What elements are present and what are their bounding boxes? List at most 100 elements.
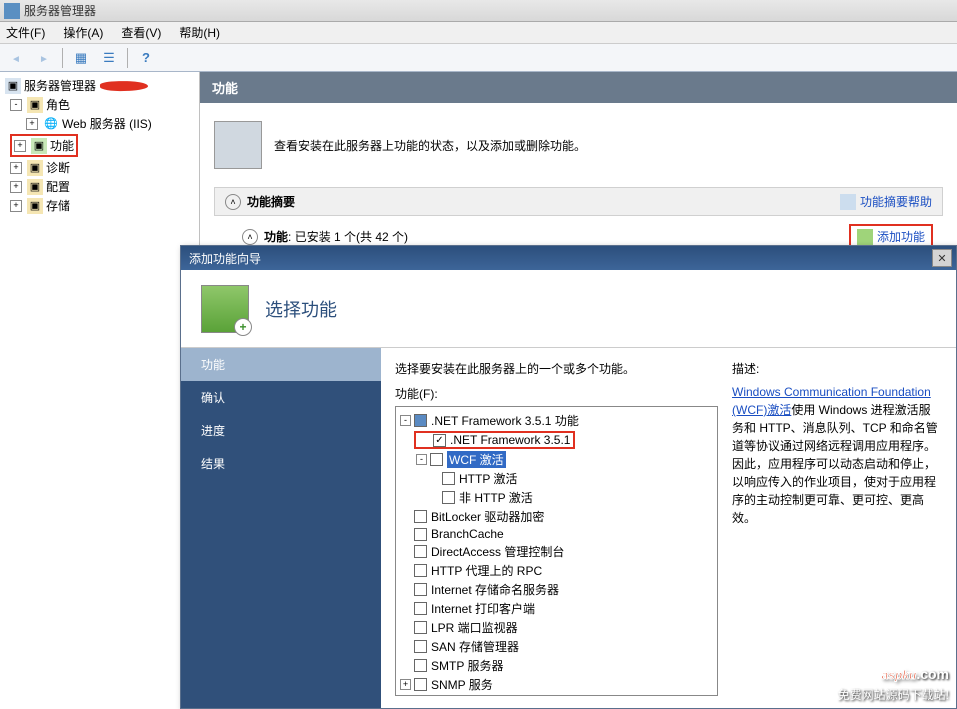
checkbox[interactable] xyxy=(433,434,446,447)
feature-directaccess[interactable]: DirectAccess 管理控制台 xyxy=(400,542,713,561)
wizard-description-pane: 描述: Windows Communication Foundation (WC… xyxy=(732,360,942,696)
arrow-left-icon xyxy=(11,51,21,65)
feature-label: .NET Framework 3.5.1 功能 xyxy=(431,412,579,429)
feature-label: .NET Framework 3.5.1 xyxy=(450,433,570,447)
wizard-title: 添加功能向导 xyxy=(189,250,261,267)
list-icon xyxy=(103,50,115,66)
wizard-nav-features[interactable]: 功能 xyxy=(181,348,381,381)
collapse-toggle[interactable]: ˄ xyxy=(225,194,241,210)
tree-icon xyxy=(75,50,87,66)
wizard-header: 选择功能 xyxy=(181,270,956,348)
checkbox[interactable] xyxy=(414,414,427,427)
watermark-brand: aspku xyxy=(882,654,917,685)
feature-label: BitLocker 驱动器加密 xyxy=(431,508,544,525)
feature-label: WCF 激活 xyxy=(447,451,506,468)
feature-wcf[interactable]: - WCF 激活 xyxy=(400,450,713,469)
expand-icon[interactable]: - xyxy=(416,454,427,465)
checkbox[interactable] xyxy=(414,545,427,558)
summary-section-bar: ˄ 功能摘要 功能摘要帮助 xyxy=(214,187,943,216)
checkbox[interactable] xyxy=(414,678,427,691)
feature-http[interactable]: HTTP 激活 xyxy=(400,469,713,488)
help-button[interactable] xyxy=(134,47,158,69)
menu-view[interactable]: 查看(V) xyxy=(121,24,161,41)
checkbox[interactable] xyxy=(414,564,427,577)
nav-forward-button[interactable] xyxy=(32,47,56,69)
feature-label: Telnet 服务器 xyxy=(431,695,502,696)
checkbox[interactable] xyxy=(414,510,427,523)
feature-label: 非 HTTP 激活 xyxy=(459,489,533,506)
summary-help-link[interactable]: 功能摘要帮助 xyxy=(840,193,932,210)
feature-lpr[interactable]: LPR 端口监视器 xyxy=(400,618,713,637)
checkbox[interactable] xyxy=(414,621,427,634)
menu-file[interactable]: 文件(F) xyxy=(6,24,45,41)
view-list-button[interactable] xyxy=(97,47,121,69)
tree-diag[interactable]: + ▣ 诊断 xyxy=(2,158,197,177)
checkbox[interactable] xyxy=(442,491,455,504)
checkbox[interactable] xyxy=(414,583,427,596)
feature-nonhttp[interactable]: 非 HTTP 激活 xyxy=(400,488,713,507)
checkbox[interactable] xyxy=(414,640,427,653)
collapse-toggle[interactable]: ˄ xyxy=(242,229,258,245)
checkbox[interactable] xyxy=(414,528,427,541)
tree-iis[interactable]: + 🌐 Web 服务器 (IIS) xyxy=(2,114,197,133)
features-description: 查看安装在此服务器上功能的状态，以及添加或删除功能。 xyxy=(274,137,586,154)
watermark-dotcom: .com xyxy=(916,666,949,682)
checkbox[interactable] xyxy=(442,472,455,485)
feature-branchcache[interactable]: BranchCache xyxy=(400,526,713,542)
watermark: aspku.com 免费网站源码下载站! xyxy=(838,654,949,703)
tree-root-label: 服务器管理器 xyxy=(24,77,96,94)
tree-config-label: 配置 xyxy=(46,178,70,195)
features-row-label: 功能 xyxy=(264,228,288,245)
features-tree[interactable]: - .NET Framework 3.5.1 功能 .NET Framework… xyxy=(395,406,718,696)
tree-features[interactable]: + ▣ 功能 xyxy=(2,133,197,158)
app-icon xyxy=(4,3,20,19)
menu-help[interactable]: 帮助(H) xyxy=(179,24,220,41)
arrow-right-icon xyxy=(39,51,49,65)
tree-config[interactable]: + ▣ 配置 xyxy=(2,177,197,196)
iis-icon: 🌐 xyxy=(43,116,59,132)
feature-telnets[interactable]: Telnet 服务器 xyxy=(400,694,713,696)
checkbox[interactable] xyxy=(414,659,427,672)
expand-icon[interactable]: + xyxy=(10,162,22,174)
feature-label: LPR 端口监视器 xyxy=(431,619,518,636)
view-tree-button[interactable] xyxy=(69,47,93,69)
expand-icon[interactable]: + xyxy=(14,140,26,152)
feature-san[interactable]: SAN 存储管理器 xyxy=(400,637,713,656)
expand-icon[interactable]: - xyxy=(400,415,411,426)
wizard-nav-result[interactable]: 结果 xyxy=(181,447,381,480)
tree-roles-label: 角色 xyxy=(46,96,70,113)
feature-netfx[interactable]: .NET Framework 3.5.1 xyxy=(400,430,713,450)
folder-icon: ▣ xyxy=(27,179,43,195)
close-button[interactable]: ✕ xyxy=(932,249,952,267)
feature-snmp[interactable]: +SNMP 服务 xyxy=(400,675,713,694)
expand-icon[interactable]: + xyxy=(26,118,38,130)
menu-action[interactable]: 操作(A) xyxy=(63,24,103,41)
feature-httpproxy[interactable]: HTTP 代理上的 RPC xyxy=(400,561,713,580)
expand-icon[interactable]: + xyxy=(400,679,411,690)
tree-storage[interactable]: + ▣ 存储 xyxy=(2,196,197,215)
wizard-nav-confirm[interactable]: 确认 xyxy=(181,381,381,414)
tree-roles[interactable]: - ▣ 角色 xyxy=(2,95,197,114)
wizard-header-icon xyxy=(201,285,249,333)
checkbox[interactable] xyxy=(414,602,427,615)
checkbox[interactable] xyxy=(430,453,443,466)
feature-bitlocker[interactable]: BitLocker 驱动器加密 xyxy=(400,507,713,526)
features-icon: ▣ xyxy=(31,138,47,154)
menubar: 文件(F) 操作(A) 查看(V) 帮助(H) xyxy=(0,22,957,44)
feature-netfx-group[interactable]: - .NET Framework 3.5.1 功能 xyxy=(400,411,713,430)
feature-label: BranchCache xyxy=(431,527,504,541)
add-features-link[interactable]: 添加功能 xyxy=(857,228,925,245)
tree-iis-label: Web 服务器 (IIS) xyxy=(62,115,152,132)
expand-icon[interactable]: - xyxy=(10,99,22,111)
expand-icon[interactable]: + xyxy=(10,200,22,212)
add-icon xyxy=(857,229,873,245)
tree-root[interactable]: ▣ 服务器管理器 xyxy=(2,76,197,95)
feature-inetname[interactable]: Internet 存储命名服务器 xyxy=(400,580,713,599)
expand-icon[interactable]: + xyxy=(10,181,22,193)
redaction-mark xyxy=(100,80,148,92)
feature-inetprint[interactable]: Internet 打印客户端 xyxy=(400,599,713,618)
nav-back-button[interactable] xyxy=(4,47,28,69)
wizard-nav-progress[interactable]: 进度 xyxy=(181,414,381,447)
wizard-nav: 功能 确认 进度 结果 xyxy=(181,348,381,708)
feature-smtp[interactable]: SMTP 服务器 xyxy=(400,656,713,675)
